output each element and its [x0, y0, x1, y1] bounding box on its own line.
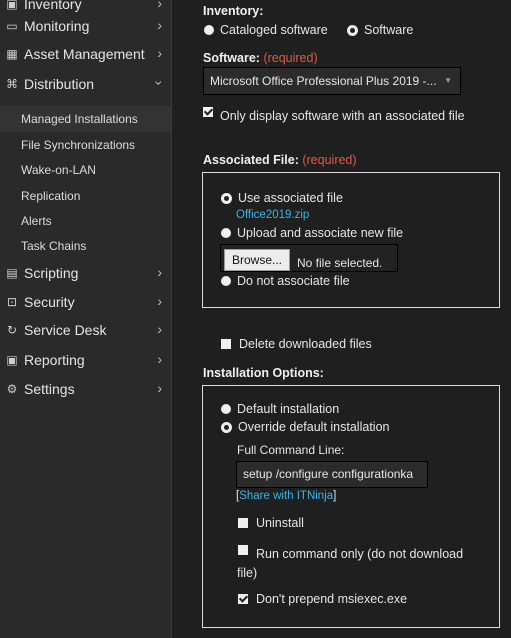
lock-icon: ⊡ [6, 295, 18, 309]
associated-file-link[interactable]: Office2019.zip [236, 209, 309, 221]
scripting-icon: ▤ [6, 266, 18, 280]
required-label: (required) [302, 153, 357, 167]
software-label-text: Software: [203, 51, 260, 65]
radio-software-button[interactable] [347, 24, 358, 36]
chevron-right-icon: › [157, 45, 162, 61]
software-label: Software: (required) [203, 51, 318, 65]
settings-icon: ⚙ [6, 382, 18, 396]
sidebar-item-scripting[interactable]: ▤ Scripting › [0, 260, 171, 286]
required-label: (required) [263, 51, 318, 65]
reporting-icon: ▣ [6, 353, 18, 367]
sub-item-replication[interactable]: Replication [21, 189, 80, 203]
uninstall-checkbox[interactable] [238, 518, 248, 528]
radio-default-installation[interactable]: Default installation [221, 402, 339, 416]
sidebar-item-asset-management[interactable]: ▦ Asset Management › [0, 41, 171, 67]
sidebar-item-label: Service Desk [24, 322, 107, 338]
sidebar-item-reporting[interactable]: ▣ Reporting › [0, 347, 171, 373]
uninstall-row[interactable]: Uninstall [238, 516, 304, 530]
sidebar-item-monitoring[interactable]: ▭ Monitoring › [0, 13, 171, 39]
sidebar-item-label: Reporting [24, 352, 85, 368]
sidebar-item-label: Security [24, 294, 75, 310]
radio-label: Upload and associate new file [237, 226, 404, 240]
installation-options-label: Installation Options: [203, 366, 324, 380]
command-line-input[interactable]: setup /configure configurationka [236, 461, 428, 488]
dont-prepend-label: Don't prepend msiexec.exe [256, 592, 408, 606]
radio-override-installation-button[interactable] [221, 421, 232, 433]
radio-label: Override default installation [238, 420, 390, 434]
inventory-label: Inventory: [203, 4, 264, 18]
sidebar-item-settings[interactable]: ⚙ Settings › [0, 376, 171, 402]
radio-do-not-associate[interactable]: Do not associate file [221, 274, 350, 288]
sub-item-alerts[interactable]: Alerts [21, 214, 52, 228]
radio-label: Use associated file [238, 191, 343, 205]
share-bracket: ] [333, 490, 337, 502]
sub-item-task-chains[interactable]: Task Chains [21, 239, 86, 253]
sidebar-item-label: Asset Management [24, 46, 145, 62]
sidebar-item-service-desk[interactable]: ↻ Service Desk › [0, 317, 171, 343]
uninstall-label: Uninstall [256, 516, 304, 530]
no-file-selected-text: No file selected. [297, 256, 383, 270]
dont-prepend-checkbox[interactable] [238, 594, 248, 604]
share-itninja-wrapper: [Share with ITNinja] [236, 490, 336, 502]
chevron-right-icon: › [157, 0, 162, 11]
share-itninja-link[interactable]: Share with ITNinja [239, 490, 333, 502]
radio-upload-button[interactable] [221, 228, 231, 238]
delete-downloaded-label: Delete downloaded files [239, 337, 372, 351]
sidebar: ▣ Inventory › ▭ Monitoring › ▦ Asset Man… [0, 0, 172, 638]
delete-downloaded-checkbox[interactable] [221, 339, 231, 349]
radio-use-associated-file[interactable]: Use associated file [221, 191, 343, 205]
sub-item-file-synchronizations[interactable]: File Synchronizations [21, 138, 135, 152]
sidebar-item-label: Monitoring [24, 18, 90, 34]
sub-item-wake-on-lan[interactable]: Wake-on-LAN [21, 163, 96, 177]
radio-label: Default installation [237, 402, 340, 416]
associated-file-label-text: Associated File: [203, 153, 299, 167]
chevron-right-icon: › [157, 264, 162, 280]
radio-cataloged-software[interactable]: Cataloged software [204, 23, 328, 37]
chevron-down-icon: › [151, 80, 168, 86]
full-command-line-label: Full Command Line: [237, 443, 345, 457]
sidebar-item-label: Inventory [24, 0, 82, 12]
service-desk-icon: ↻ [6, 323, 18, 337]
chevron-right-icon: › [157, 293, 162, 309]
sidebar-item-label: Distribution [24, 76, 95, 92]
software-select[interactable]: Microsoft Office Professional Plus 2019 … [203, 67, 461, 95]
chevron-right-icon: › [157, 17, 162, 33]
distribution-icon: ⌘ [6, 77, 18, 91]
chevron-right-icon: › [157, 380, 162, 396]
only-display-label: Only display software with an associated… [220, 109, 465, 123]
dont-prepend-row[interactable]: Don't prepend msiexec.exe [238, 592, 407, 606]
associated-file-label: Associated File: (required) [203, 153, 357, 167]
inventory-icon: ▣ [6, 0, 18, 11]
radio-label: Do not associate file [237, 274, 350, 288]
radio-label: Software [364, 23, 414, 37]
radio-do-not-associate-button[interactable] [221, 276, 231, 286]
radio-upload-new-file[interactable]: Upload and associate new file [221, 226, 403, 240]
radio-software[interactable]: Software [347, 23, 413, 37]
monitor-icon: ▭ [6, 19, 18, 33]
software-select-value: Microsoft Office Professional Plus 2019 … [210, 74, 437, 88]
radio-label: Cataloged software [220, 23, 328, 37]
radio-use-associated-button[interactable] [221, 192, 232, 204]
asset-icon: ▦ [6, 47, 18, 61]
radio-default-installation-button[interactable] [221, 404, 231, 414]
radio-cataloged-software-button[interactable] [204, 25, 214, 35]
sub-item-managed-installations[interactable]: Managed Installations [21, 112, 138, 126]
radio-override-installation[interactable]: Override default installation [221, 420, 389, 434]
chevron-right-icon: › [157, 321, 162, 337]
browse-button[interactable]: Browse... [224, 249, 290, 271]
run-only-label: Run command only (do not download file) [237, 547, 464, 580]
chevron-right-icon: › [157, 351, 162, 367]
delete-downloaded-row[interactable]: Delete downloaded files [221, 337, 372, 351]
sidebar-item-label: Settings [24, 381, 75, 397]
sidebar-item-label: Scripting [24, 265, 79, 281]
dropdown-arrow-icon: ▼ [444, 76, 452, 85]
sidebar-item-security[interactable]: ⊡ Security › [0, 289, 171, 315]
sidebar-item-distribution[interactable]: ⌘ Distribution › [0, 71, 171, 97]
